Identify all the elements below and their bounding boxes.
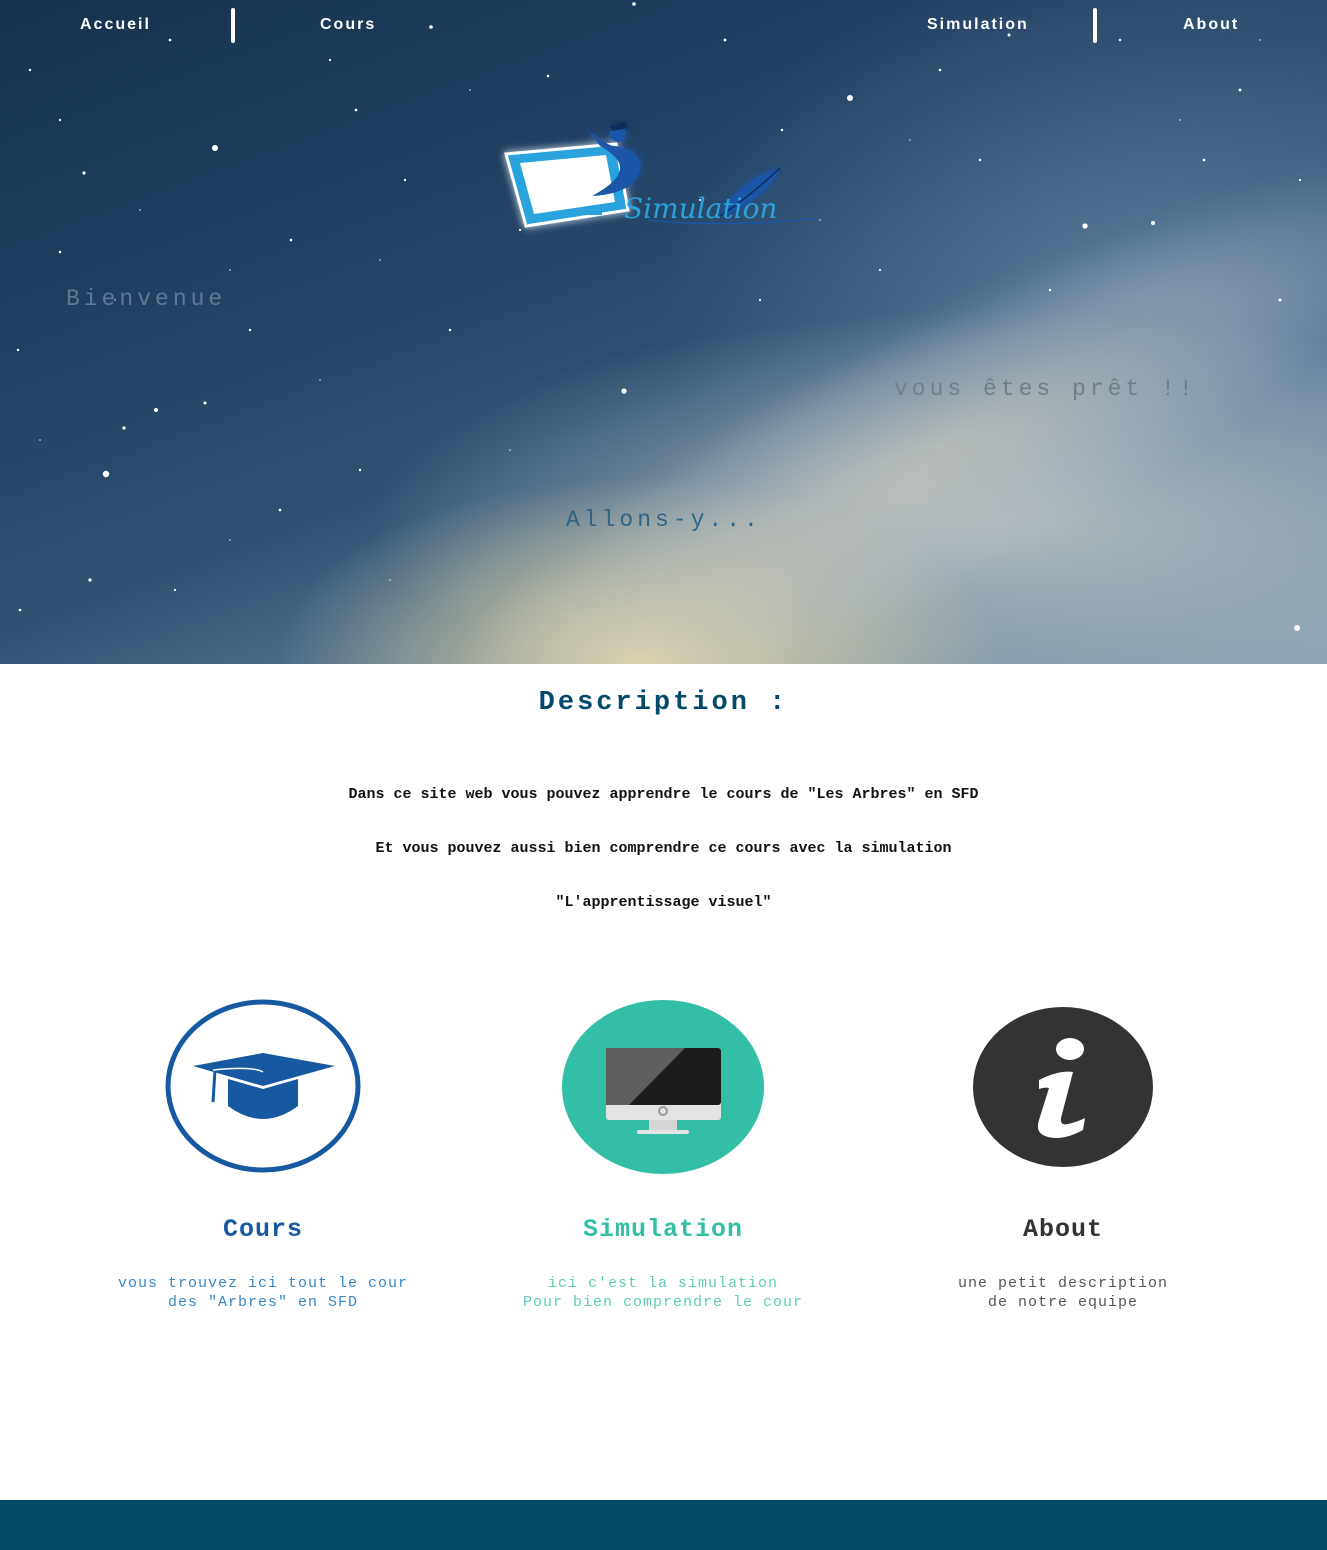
feature-text: une petit description <box>957 1275 1169 1292</box>
feature-text: des "Arbres" en SFD <box>167 1294 359 1311</box>
description-line: "L'apprentissage visuel" <box>555 894 772 911</box>
graduation-cap-icon[interactable] <box>63 990 463 1190</box>
nav-simulation[interactable]: Simulation <box>927 16 1029 34</box>
feature-title-cours[interactable]: Cours <box>63 1215 463 1244</box>
nav-about[interactable]: About <box>1183 16 1239 34</box>
nav-separator <box>231 8 235 43</box>
main-nav: Accueil Cours Simulation About <box>0 0 1327 52</box>
nav-separator <box>1093 8 1097 43</box>
feature-title-about[interactable]: About <box>863 1215 1263 1244</box>
description-line: Dans ce site web vous pouvez apprendre l… <box>348 786 979 803</box>
nav-accueil[interactable]: Accueil <box>80 16 151 34</box>
feature-title-simulation[interactable]: Simulation <box>463 1215 863 1244</box>
feature-text: vous trouvez ici tout le cour <box>117 1275 409 1292</box>
hero-go[interactable]: Allons-y... <box>566 507 762 533</box>
footer-bar <box>0 1500 1327 1550</box>
feature-text: Pour bien comprendre le cour <box>522 1294 804 1311</box>
monitor-icon[interactable] <box>463 990 863 1190</box>
hero-ready: vous êtes prêt !! <box>894 376 1197 402</box>
description-line: Et vous pouvez aussi bien comprendre ce … <box>375 840 952 857</box>
feature-text: ici c'est la simulation <box>547 1275 779 1292</box>
feature-text: de notre equipe <box>987 1294 1139 1311</box>
simulation-logo: Simulation <box>504 122 819 228</box>
description-title: Description : <box>538 688 789 718</box>
hero-welcome: Bienvenue <box>66 286 227 312</box>
hero-banner: Accueil Cours Simulation About Simulatio… <box>0 0 1327 664</box>
logo-wordmark: Simulation <box>624 192 777 225</box>
starfield <box>16 2 1302 631</box>
nav-cours[interactable]: Cours <box>320 16 376 34</box>
info-icon[interactable] <box>863 990 1263 1190</box>
